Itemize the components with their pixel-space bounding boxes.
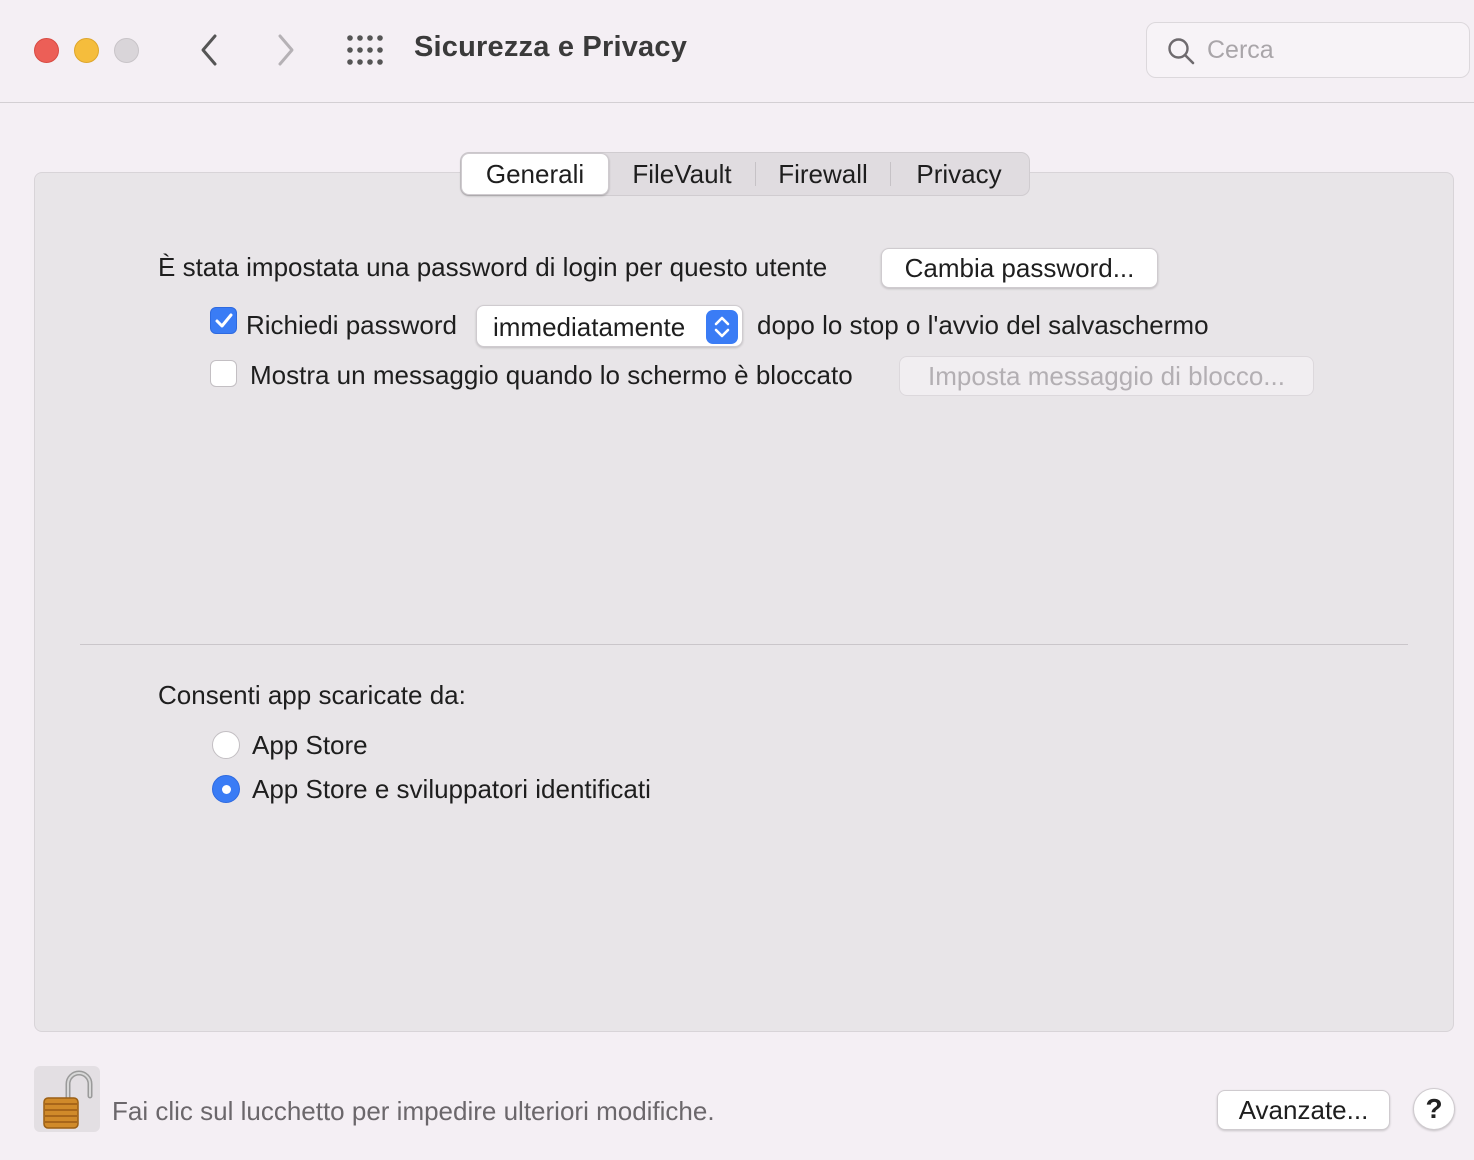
search-input[interactable] xyxy=(1207,33,1457,67)
radio-app-store[interactable] xyxy=(212,731,240,759)
settings-panel xyxy=(34,172,1454,1032)
radio-app-store-identified-label: App Store e sviluppatori identificati xyxy=(252,774,651,804)
change-password-button[interactable]: Cambia password... xyxy=(881,248,1158,288)
search-field[interactable] xyxy=(1146,22,1470,78)
require-password-suffix: dopo lo stop o l'avvio del salvaschermo xyxy=(757,310,1209,340)
set-lock-message-button[interactable]: Imposta messaggio di blocco... xyxy=(899,356,1314,396)
allow-apps-heading: Consenti app scaricate da: xyxy=(158,680,466,710)
title-bar: Sicurezza e Privacy xyxy=(0,0,1474,103)
close-window-button[interactable] xyxy=(34,38,59,63)
select-value: immediatamente xyxy=(493,312,686,342)
tab-firewall[interactable]: Firewall xyxy=(756,153,890,195)
chevron-left-icon xyxy=(201,34,217,66)
chevron-right-icon xyxy=(278,34,294,66)
help-button[interactable]: ? xyxy=(1413,1088,1455,1130)
show-message-checkbox[interactable] xyxy=(210,360,237,387)
tab-bar: Generali FileVault Firewall Privacy xyxy=(460,152,1030,196)
lock-hint-text: Fai clic sul lucchetto per impedire ulte… xyxy=(112,1096,715,1126)
require-password-label: Richiedi password xyxy=(246,310,457,340)
tab-generali[interactable]: Generali xyxy=(461,153,609,195)
back-button[interactable] xyxy=(193,30,227,70)
tab-privacy[interactable]: Privacy xyxy=(891,153,1027,195)
search-icon xyxy=(1168,38,1195,65)
minimize-window-button[interactable] xyxy=(74,38,99,63)
zoom-window-button[interactable] xyxy=(114,38,139,63)
updown-arrows-icon xyxy=(706,310,738,344)
require-password-delay-select[interactable]: immediatamente xyxy=(476,305,743,347)
checkmark-icon xyxy=(215,313,233,328)
password-set-text: È stata impostata una password di login … xyxy=(158,252,828,282)
show-message-label: Mostra un messaggio quando lo schermo è … xyxy=(250,360,853,390)
grid-icon xyxy=(347,35,383,65)
window-title: Sicurezza e Privacy xyxy=(414,31,688,63)
unlocked-padlock-icon xyxy=(43,1070,93,1129)
radio-app-store-identified[interactable] xyxy=(212,775,240,803)
lock-button[interactable] xyxy=(34,1066,100,1132)
forward-button[interactable] xyxy=(268,30,302,70)
advanced-button[interactable]: Avanzate... xyxy=(1217,1090,1390,1130)
section-divider xyxy=(80,644,1408,645)
tab-filevault[interactable]: FileVault xyxy=(609,153,755,195)
require-password-checkbox[interactable] xyxy=(210,307,237,334)
radio-app-store-label: App Store xyxy=(252,730,368,760)
show-all-button[interactable] xyxy=(345,33,385,67)
